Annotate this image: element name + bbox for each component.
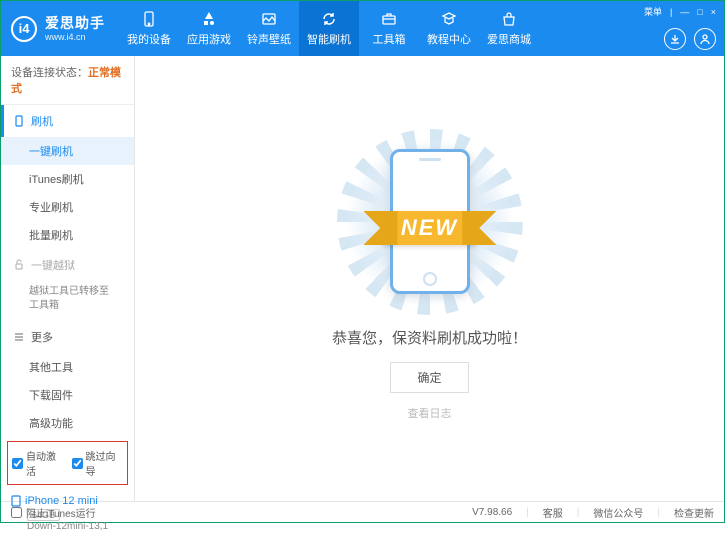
checkbox-block-itunes[interactable]: 阻止iTunes运行 [11, 505, 96, 520]
sidebar-item-onekey-flash[interactable]: 一键刷机 [1, 137, 134, 165]
sidebar: 设备连接状态：正常模式 刷机 一键刷机 iTunes刷机 专业刷机 批量刷机 一… [1, 56, 135, 501]
checkbox-auto-activate[interactable]: 自动激活 [12, 448, 64, 478]
sidebar-group-more[interactable]: 更多 [1, 321, 134, 353]
phone-icon [140, 10, 158, 28]
support-link[interactable]: 客服 [543, 505, 563, 520]
sidebar-item-batch-flash[interactable]: 批量刷机 [1, 221, 134, 249]
refresh-icon [320, 10, 338, 28]
brand-title: 爱思助手 [45, 15, 105, 32]
sidebar-item-itunes-flash[interactable]: iTunes刷机 [1, 165, 134, 193]
nav-my-device[interactable]: 我的设备 [119, 1, 179, 56]
brand-url: www.i4.cn [45, 32, 105, 43]
tutorial-icon [440, 10, 458, 28]
check-update-link[interactable]: 检查更新 [674, 505, 714, 520]
sidebar-item-download-firmware[interactable]: 下载固件 [1, 381, 134, 409]
checkbox-skip-guide[interactable]: 跳过向导 [72, 448, 124, 478]
unlock-icon [13, 259, 25, 271]
main-content: NEW 恭喜您，保资料刷机成功啦！ 确定 查看日志 [135, 56, 724, 501]
list-icon [13, 331, 25, 343]
divider: | [670, 7, 672, 17]
success-illustration: NEW [355, 137, 505, 307]
close-button[interactable]: × [711, 7, 716, 17]
nav-ringtones[interactable]: 铃声壁纸 [239, 1, 299, 56]
toolbox-icon [380, 10, 398, 28]
wechat-link[interactable]: 微信公众号 [593, 505, 643, 520]
sidebar-group-jailbreak[interactable]: 一键越狱 [1, 249, 134, 281]
sidebar-group-flash[interactable]: 刷机 [1, 105, 134, 137]
app-header: i4 爱思助手 www.i4.cn 我的设备 应用游戏 铃声壁纸 智能刷机 工具… [1, 1, 724, 56]
connection-status: 设备连接状态：正常模式 [1, 56, 134, 105]
sidebar-item-advanced[interactable]: 高级功能 [1, 409, 134, 437]
store-icon [500, 10, 518, 28]
jailbreak-note: 越狱工具已转移至 工具箱 [1, 281, 134, 321]
account-button[interactable] [694, 28, 716, 50]
success-message: 恭喜您，保资料刷机成功啦！ [332, 327, 527, 348]
nav-tutorials[interactable]: 教程中心 [419, 1, 479, 56]
new-ribbon: NEW [383, 211, 476, 245]
nav-flash[interactable]: 智能刷机 [299, 1, 359, 56]
apps-icon [200, 10, 218, 28]
nav-toolbox[interactable]: 工具箱 [359, 1, 419, 56]
download-button[interactable] [664, 28, 686, 50]
sidebar-item-other-tools[interactable]: 其他工具 [1, 353, 134, 381]
wallpaper-icon [260, 10, 278, 28]
version-label: V7.98.66 [472, 507, 512, 518]
nav-apps[interactable]: 应用游戏 [179, 1, 239, 56]
minimize-button[interactable]: — [680, 7, 689, 17]
brand-logo-icon: i4 [11, 16, 37, 42]
top-nav: 我的设备 应用游戏 铃声壁纸 智能刷机 工具箱 教程中心 爱思商城 [119, 1, 539, 56]
brand: i4 爱思助手 www.i4.cn [1, 15, 119, 43]
nav-store[interactable]: 爱思商城 [479, 1, 539, 56]
maximize-button[interactable]: □ [697, 7, 702, 17]
menu-button[interactable]: 菜单 [644, 5, 662, 18]
options-highlight: 自动激活 跳过向导 [7, 441, 128, 485]
view-log-link[interactable]: 查看日志 [408, 405, 452, 421]
phone-icon [13, 115, 25, 127]
sidebar-item-pro-flash[interactable]: 专业刷机 [1, 193, 134, 221]
ok-button[interactable]: 确定 [390, 362, 468, 393]
window-controls: 菜单 | — □ × [644, 5, 716, 18]
